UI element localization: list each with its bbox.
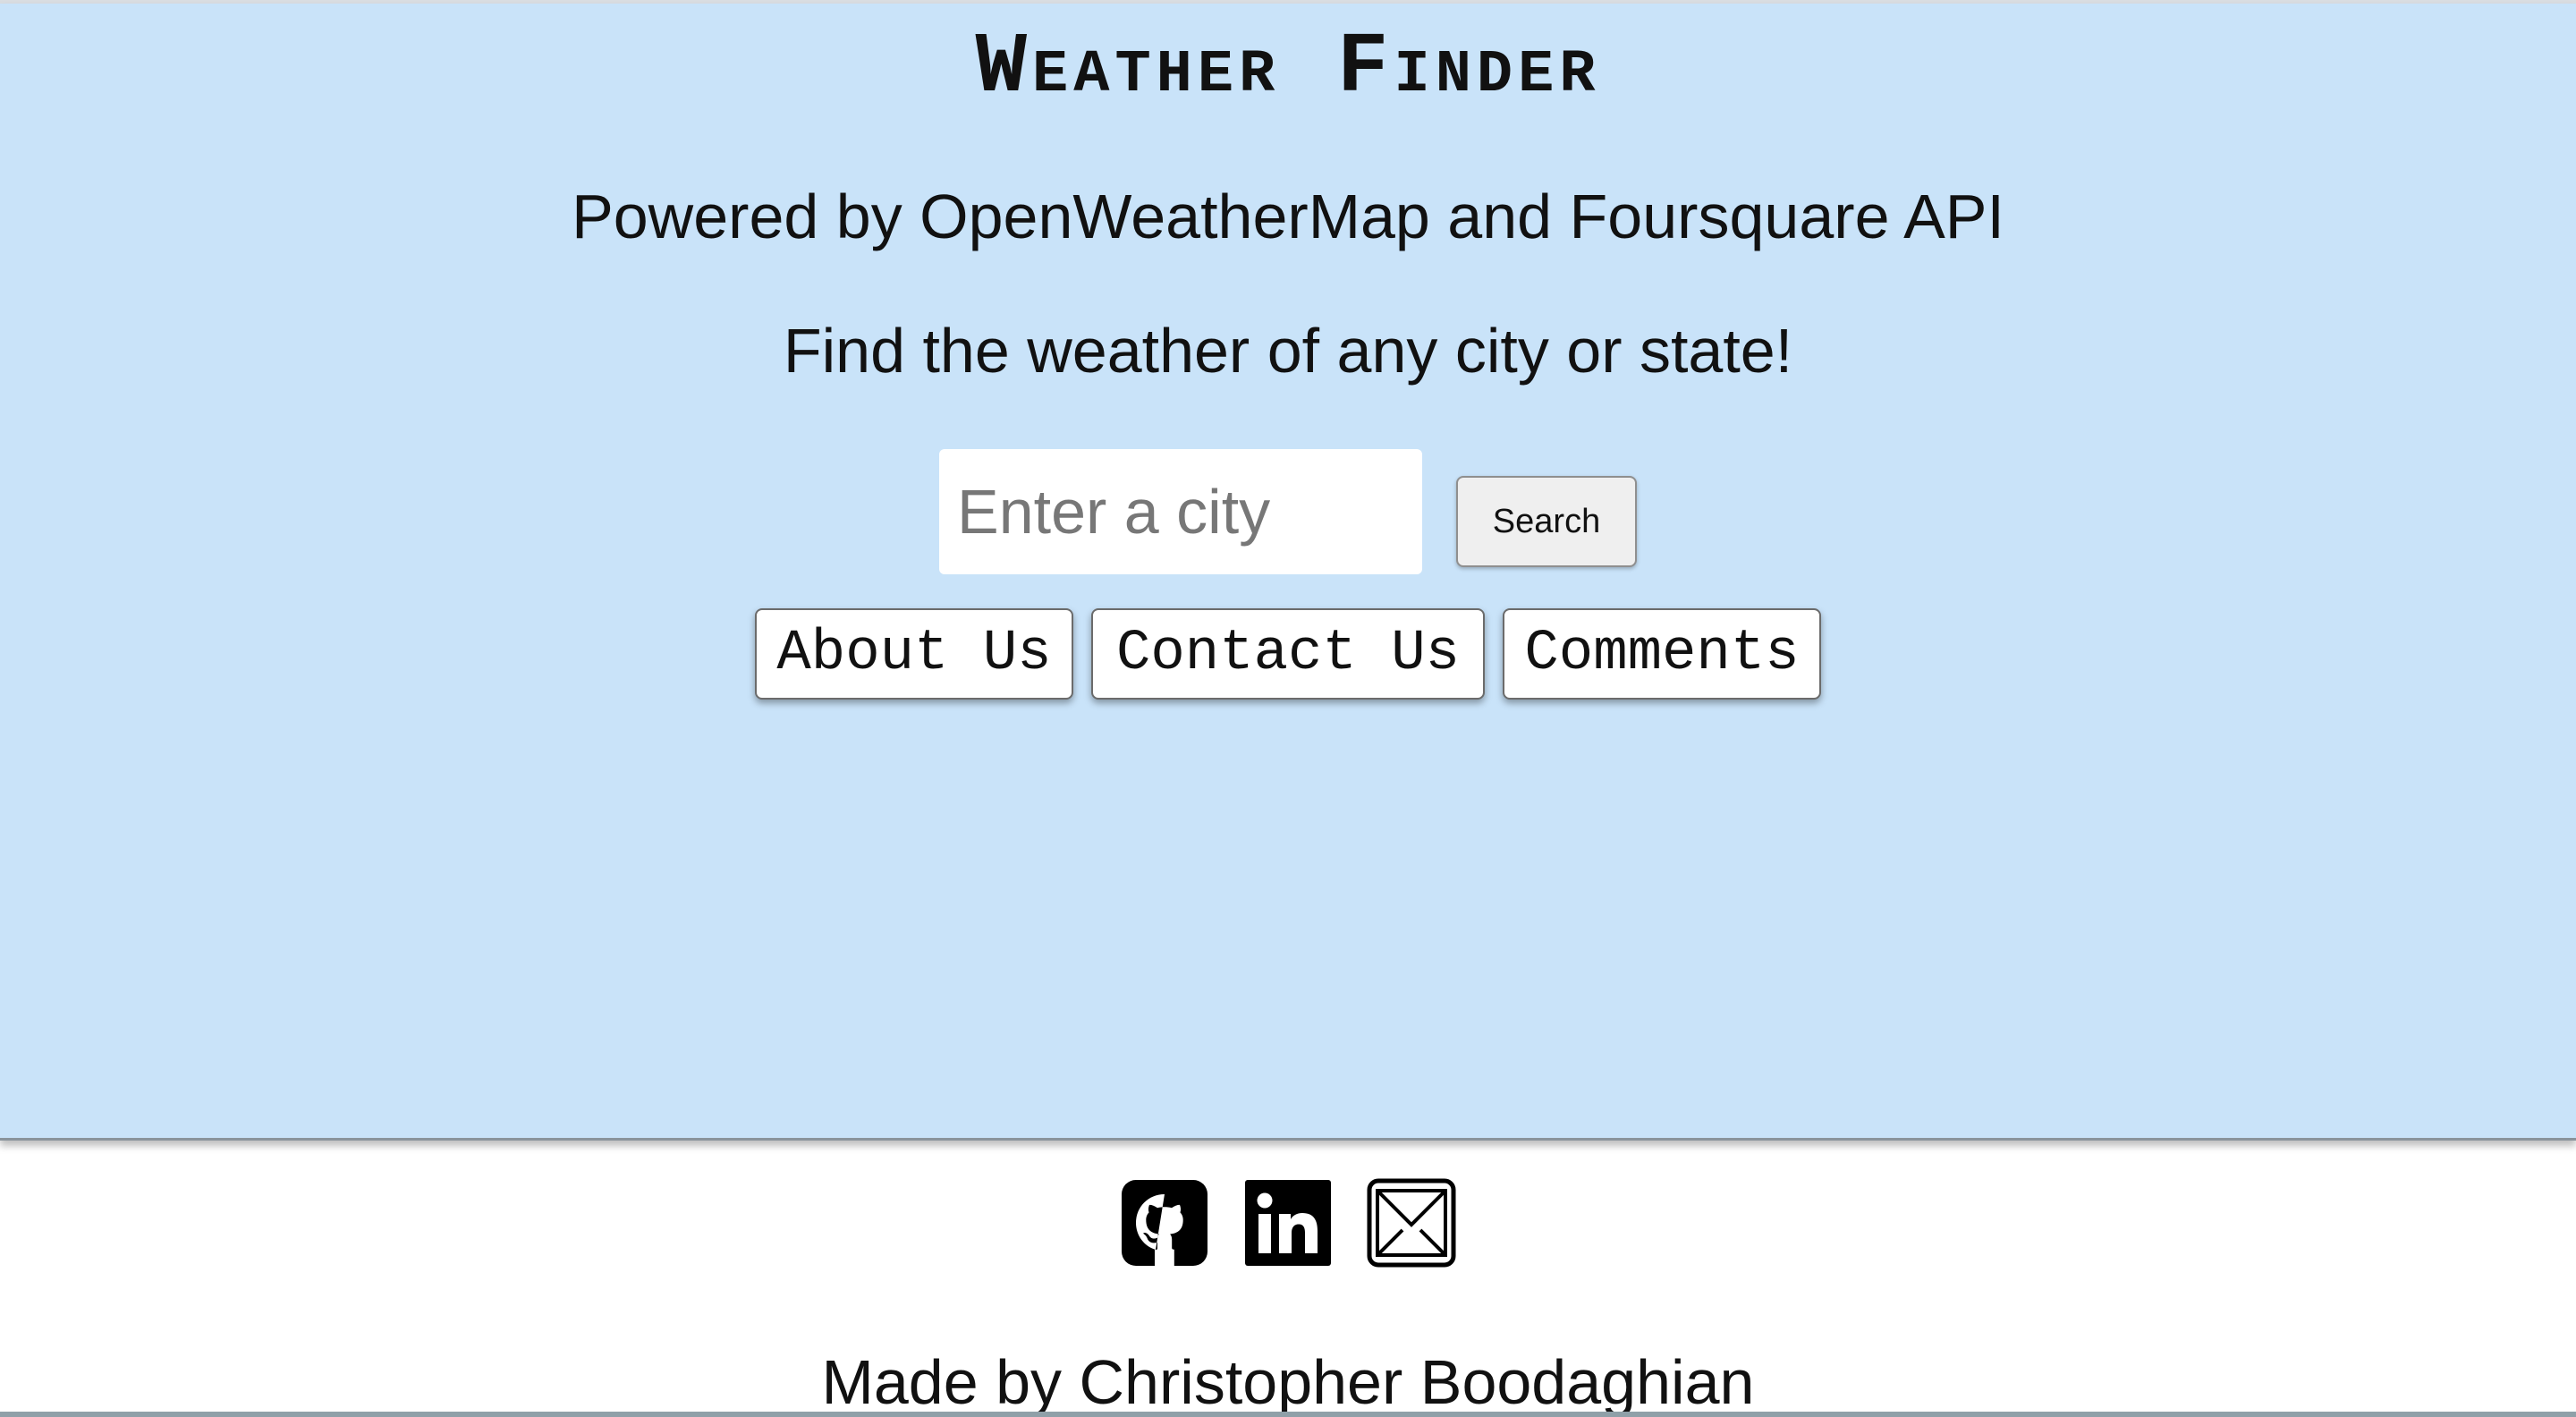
comments-button[interactable]: Comments <box>1503 608 1821 700</box>
footer: Made by Christopher Boodaghian <box>0 1141 2576 1417</box>
linkedin-icon[interactable] <box>1243 1178 1333 1268</box>
tagline-text: Find the weather of any city or state! <box>783 316 1793 386</box>
github-icon[interactable] <box>1120 1178 1209 1268</box>
contact-us-button[interactable]: Contact Us <box>1091 608 1485 700</box>
hero-section: Weather Finder Powered by OpenWeatherMap… <box>0 4 2576 1141</box>
footer-credit: Made by Christopher Boodaghian <box>821 1347 1755 1417</box>
search-button[interactable]: Search <box>1456 476 1637 567</box>
email-icon[interactable] <box>1367 1178 1456 1268</box>
site-title: Weather Finder <box>975 19 1601 116</box>
city-search-input[interactable] <box>939 449 1422 574</box>
powered-by-text: Powered by OpenWeatherMap and Foursquare… <box>572 182 2004 251</box>
about-us-button[interactable]: About Us <box>755 608 1073 700</box>
bottom-divider <box>0 1412 2576 1417</box>
